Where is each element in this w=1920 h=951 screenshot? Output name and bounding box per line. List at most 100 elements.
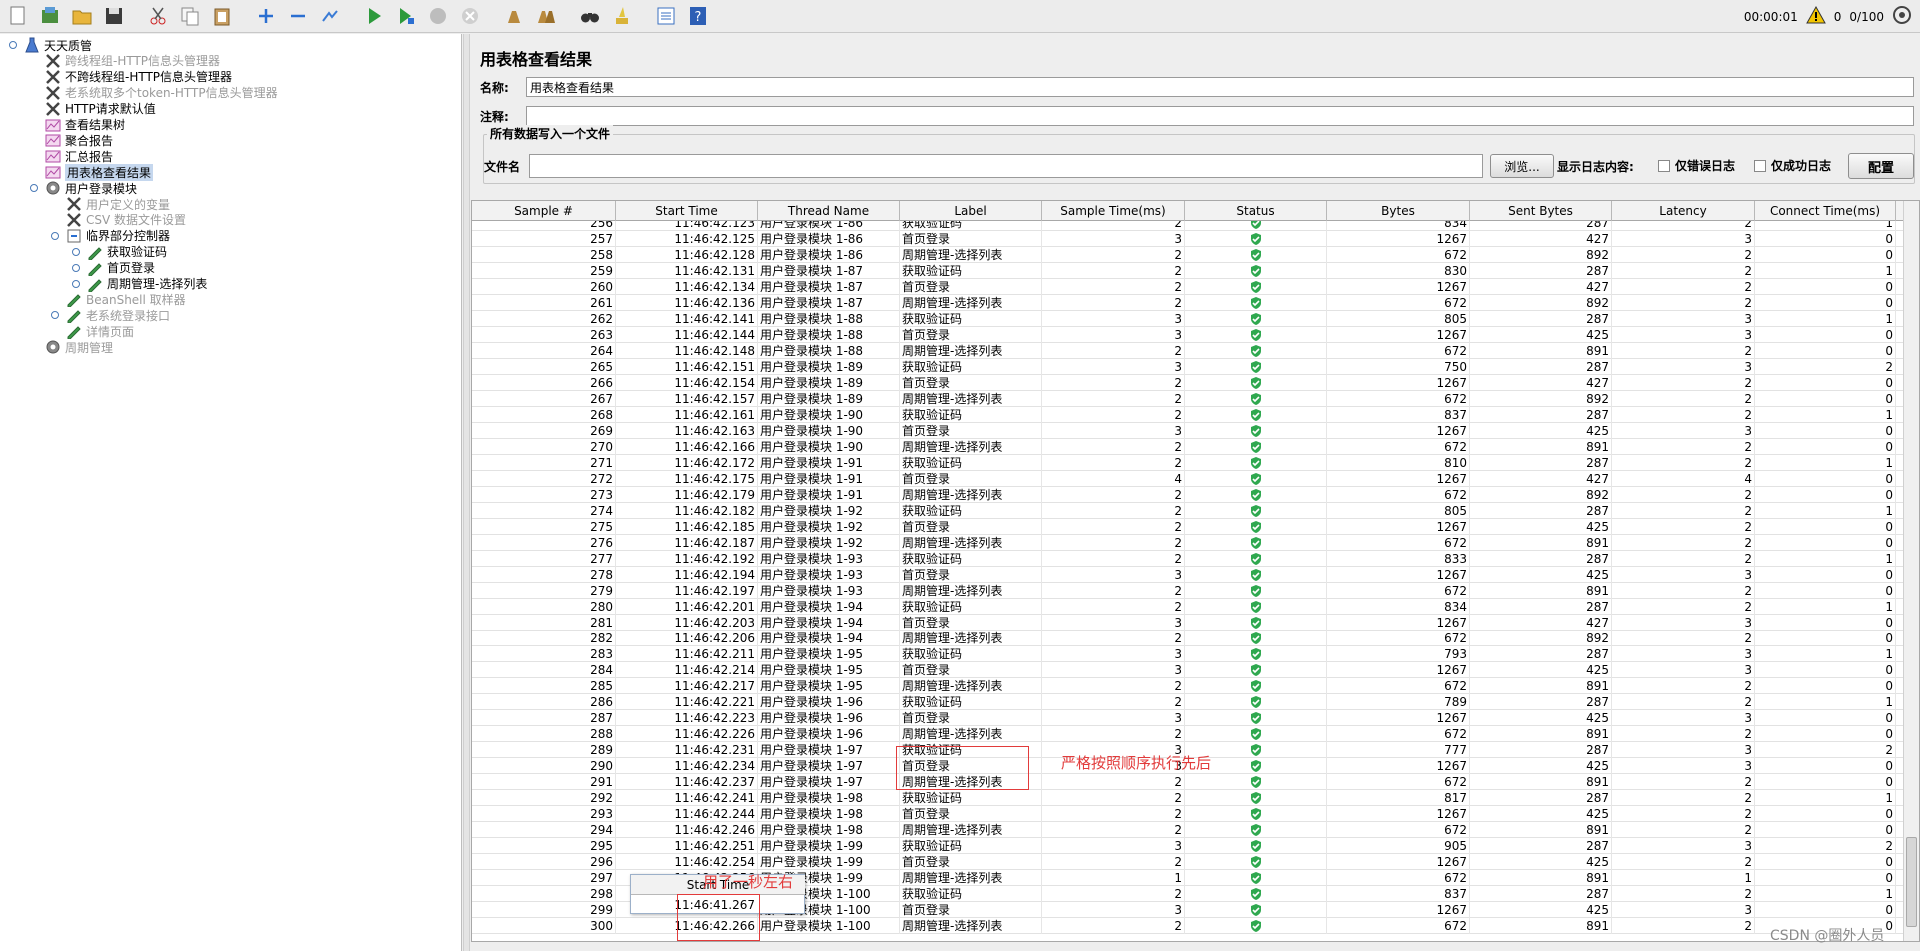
vertical-scrollbar[interactable] [1903, 201, 1919, 941]
table-row[interactable]: 268 11:46:42.161 用户登录模块 1-90 获取验证码 2 837 287 2 1 [472, 406, 1904, 423]
column-header[interactable]: Thread Name [758, 201, 900, 221]
table-row[interactable]: 288 11:46:42.226 用户登录模块 1-96 周期管理-选择列表 2 672 8… [472, 726, 1904, 743]
tree-expand-handle[interactable] [72, 279, 80, 288]
column-header[interactable]: Status [1185, 201, 1327, 221]
table-row[interactable]: 284 11:46:42.214 用户登录模块 1-95 首页登录 3 1267 425 3 0 [472, 662, 1904, 679]
clear-icon[interactable] [500, 2, 528, 30]
comment-label: 注释: [480, 110, 509, 124]
column-header[interactable]: Latency [1612, 201, 1755, 221]
table-row[interactable]: 277 11:46:42.192 用户登录模块 1-93 获取验证码 2 833 287 2 1 [472, 550, 1904, 567]
table-row[interactable]: 292 11:46:42.241 用户登录模块 1-98 获取验证码 2 817 287 2 1 [472, 790, 1904, 807]
errors-only-box[interactable] [1658, 159, 1670, 172]
expand-all-icon[interactable] [252, 2, 280, 30]
start-no-pauses-icon[interactable] [392, 2, 420, 30]
table-body[interactable]: 256 11:46:42.123 用户登录模块 1-86 获取验证码 2 834 287 2 1… [472, 221, 1904, 941]
table-row[interactable]: 280 11:46:42.201 用户登录模块 1-94 获取验证码 2 834 287 2 1 [472, 598, 1904, 615]
table-cell: 1 [1755, 694, 1896, 711]
name-field[interactable] [526, 77, 1914, 97]
table-row[interactable]: 276 11:46:42.187 用户登录模块 1-92 周期管理-选择列表 2 672 8… [472, 534, 1904, 551]
errors-only-checkbox[interactable]: 仅错误日志 [1658, 157, 1735, 174]
shutdown-icon[interactable] [456, 2, 484, 30]
toggle-icon[interactable] [316, 2, 344, 30]
table-cell: 3 [1042, 838, 1185, 855]
paste-icon[interactable] [208, 2, 236, 30]
column-header[interactable]: Sent Bytes [1470, 201, 1612, 221]
table-row[interactable]: 260 11:46:42.134 用户登录模块 1-87 首页登录 2 1267 427 2 0 [472, 278, 1904, 295]
comment-field[interactable] [526, 106, 1914, 126]
table-row[interactable]: 285 11:46:42.217 用户登录模块 1-95 周期管理-选择列表 2 672 8… [472, 678, 1904, 695]
column-header[interactable]: Connect Time(ms) [1755, 201, 1896, 221]
search-binoculars-icon[interactable] [576, 2, 604, 30]
table-cell: 2 [1042, 534, 1185, 551]
tree-expand-handle[interactable] [9, 41, 17, 49]
copy-icon[interactable] [176, 2, 204, 30]
help-icon[interactable]: ? [684, 2, 712, 30]
stop-icon[interactable] [424, 2, 452, 30]
collapse-all-icon[interactable] [284, 2, 312, 30]
table-row[interactable]: 293 11:46:42.244 用户登录模块 1-98 首页登录 2 1267 425 2 0 [472, 806, 1904, 823]
open-folder-icon[interactable] [68, 2, 96, 30]
table-row[interactable]: 257 11:46:42.125 用户登录模块 1-86 首页登录 3 1267 427 3 0 [472, 230, 1904, 247]
reset-search-icon[interactable] [608, 2, 636, 30]
table-row[interactable]: 294 11:46:42.246 用户登录模块 1-98 周期管理-选择列表 2 672 8… [472, 822, 1904, 839]
table-row[interactable]: 274 11:46:42.182 用户登录模块 1-92 获取验证码 2 805 287 2 1 [472, 502, 1904, 519]
tree-expand-handle[interactable] [51, 231, 59, 240]
table-row[interactable]: 283 11:46:42.211 用户登录模块 1-95 获取验证码 3 793 287 3 1 [472, 646, 1904, 663]
table-row[interactable]: 295 11:46:42.251 用户登录模块 1-99 获取验证码 3 905 287 3 2 [472, 838, 1904, 855]
column-header[interactable]: Sample Time(ms) [1042, 201, 1185, 221]
table-row[interactable]: 272 11:46:42.175 用户登录模块 1-91 首页登录 4 1267 427 4 0 [472, 470, 1904, 487]
tree-expand-handle[interactable] [51, 311, 59, 320]
cut-icon[interactable] [144, 2, 172, 30]
new-plan-icon[interactable] [4, 2, 32, 30]
save-icon[interactable] [100, 2, 128, 30]
configure-button[interactable]: 配置 [1848, 153, 1914, 179]
table-cell: 1267 [1327, 614, 1470, 631]
table-row[interactable]: 286 11:46:42.221 用户登录模块 1-96 获取验证码 2 789 287 2 1 [472, 694, 1904, 711]
clear-all-icon[interactable] [532, 2, 560, 30]
table-row[interactable]: 281 11:46:42.203 用户登录模块 1-94 首页登录 3 1267 427 3 0 [472, 614, 1904, 631]
column-header[interactable]: Start Time [616, 201, 758, 221]
column-header[interactable]: Bytes [1327, 201, 1470, 221]
tree-expand-handle[interactable] [72, 247, 80, 256]
table-row[interactable]: 264 11:46:42.148 用户登录模块 1-88 周期管理-选择列表 2 672 8… [472, 342, 1904, 359]
table-row[interactable]: 263 11:46:42.144 用户登录模块 1-88 首页登录 3 1267 425 3 0 [472, 326, 1904, 343]
start-icon[interactable] [360, 2, 388, 30]
table-row[interactable]: 267 11:46:42.157 用户登录模块 1-89 周期管理-选择列表 2 672 8… [472, 390, 1904, 407]
tree-node[interactable]: 周期管理 [45, 338, 113, 356]
table-row[interactable]: 291 11:46:42.237 用户登录模块 1-97 周期管理-选择列表 2 672 8… [472, 774, 1904, 791]
table-row[interactable]: 273 11:46:42.179 用户登录模块 1-91 周期管理-选择列表 2 672 8… [472, 486, 1904, 503]
table-row[interactable]: 256 11:46:42.123 用户登录模块 1-86 获取验证码 2 834 287 2 1 [472, 221, 1904, 231]
table-row[interactable]: 296 11:46:42.254 用户登录模块 1-99 首页登录 2 1267 425 2 0 [472, 854, 1904, 871]
table-cell: 2 [1755, 838, 1896, 855]
warning-icon[interactable] [1805, 5, 1826, 27]
column-header[interactable]: Label [900, 201, 1042, 221]
table-row[interactable]: 271 11:46:42.172 用户登录模块 1-91 获取验证码 2 810 287 2 1 [472, 454, 1904, 471]
table-row[interactable]: 262 11:46:42.141 用户登录模块 1-88 获取验证码 3 805 287 3 1 [472, 310, 1904, 327]
tree-expand-handle[interactable] [30, 184, 38, 193]
column-header[interactable]: Sample # [472, 201, 616, 221]
table-row[interactable]: 266 11:46:42.154 用户登录模块 1-89 首页登录 2 1267 427 2 0 [472, 374, 1904, 391]
test-plan-tree[interactable]: 天天质管 跨线程组-HTTP信息头管理器 不跨线程组-HTTP信息头管理器 老系统取多… [0, 34, 462, 951]
table-row[interactable]: 278 11:46:42.194 用户登录模块 1-93 首页登录 3 1267 425 3 0 [472, 566, 1904, 583]
table-row[interactable]: 279 11:46:42.197 用户登录模块 1-93 周期管理-选择列表 2 672 8… [472, 582, 1904, 599]
table-row[interactable]: 270 11:46:42.166 用户登录模块 1-90 周期管理-选择列表 2 672 8… [472, 438, 1904, 455]
table-row[interactable]: 282 11:46:42.206 用户登录模块 1-94 周期管理-选择列表 2 672 8… [472, 630, 1904, 647]
table-row[interactable]: 261 11:46:42.136 用户登录模块 1-87 周期管理-选择列表 2 672 8… [472, 294, 1904, 311]
success-only-box[interactable] [1754, 159, 1766, 172]
table-row[interactable]: 275 11:46:42.185 用户登录模块 1-92 首页登录 2 1267 425 2 0 [472, 518, 1904, 535]
results-table[interactable]: Sample # Start Time Thread Name Label Sample… [471, 200, 1920, 942]
table-cell: 294 [472, 822, 616, 839]
templates-icon[interactable] [36, 2, 64, 30]
table-row[interactable]: 259 11:46:42.131 用户登录模块 1-87 获取验证码 2 830 287 2 1 [472, 262, 1904, 279]
table-row[interactable]: 269 11:46:42.163 用户登录模块 1-90 首页登录 3 1267 425 3 0 [472, 422, 1904, 439]
filename-field[interactable] [529, 154, 1483, 178]
function-helper-icon[interactable] [652, 2, 680, 30]
split-pane-divider[interactable] [463, 34, 470, 951]
browse-button[interactable]: 浏览... [1490, 154, 1554, 178]
success-only-checkbox[interactable]: 仅成功日志 [1754, 157, 1831, 174]
tree-expand-handle[interactable] [72, 263, 80, 272]
table-row[interactable]: 287 11:46:42.223 用户登录模块 1-96 首页登录 3 1267 425 3 0 [472, 710, 1904, 727]
table-row[interactable]: 258 11:46:42.128 用户登录模块 1-86 周期管理-选择列表 2 672 8… [472, 246, 1904, 263]
scrollbar-thumb[interactable] [1906, 837, 1917, 927]
table-row[interactable]: 265 11:46:42.151 用户登录模块 1-89 获取验证码 3 750 287 3 2 [472, 358, 1904, 375]
